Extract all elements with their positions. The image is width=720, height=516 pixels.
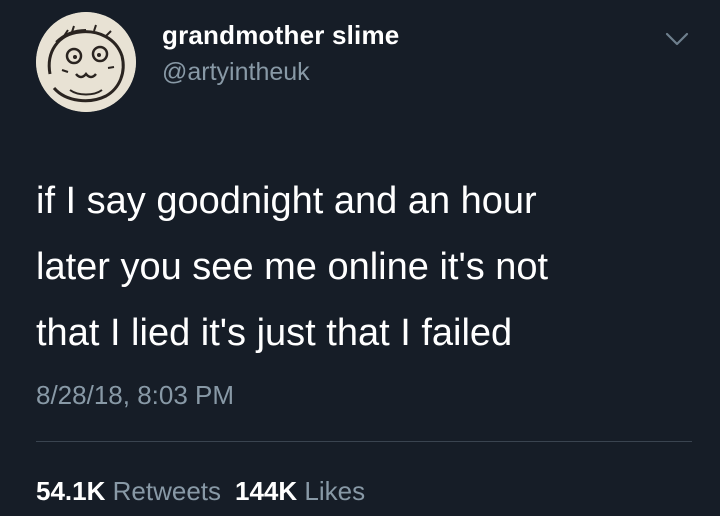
retweets-label: Retweets: [112, 476, 222, 506]
tweet-line: if I say goodnight and an hour: [36, 180, 537, 222]
face-doodle-icon: [36, 12, 136, 112]
avatar[interactable]: [36, 12, 136, 112]
divider: [36, 441, 692, 442]
retweets-stat[interactable]: 54.1K Retweets: [36, 476, 221, 506]
tweet-stats: 54.1K Retweets 144K Likes: [36, 476, 365, 507]
retweets-count: 54.1K: [36, 476, 106, 506]
chevron-down-icon[interactable]: [664, 30, 690, 48]
tweet-card: grandmother slime @artyintheuk if I say …: [0, 0, 720, 516]
user-handle[interactable]: @artyintheuk: [162, 58, 310, 87]
likes-count: 144K: [235, 476, 298, 506]
tweet-timestamp[interactable]: 8/28/18, 8:03 PM: [36, 380, 234, 411]
tweet-line: that I lied it's just that I failed: [36, 312, 513, 354]
display-name[interactable]: grandmother slime: [162, 20, 399, 51]
likes-label: Likes: [304, 476, 366, 506]
tweet-line: later you see me online it's not: [36, 246, 549, 288]
likes-stat[interactable]: 144K Likes: [235, 476, 365, 506]
tweet-text: if I say goodnight and an hour later you…: [36, 168, 696, 366]
